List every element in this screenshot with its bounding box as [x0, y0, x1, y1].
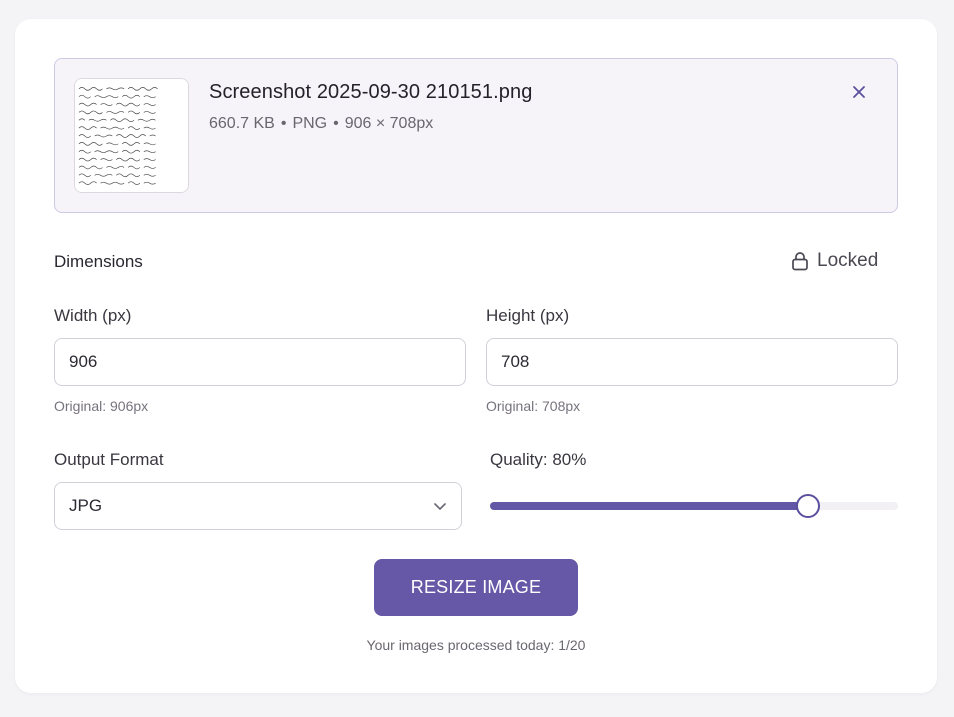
- height-input[interactable]: 708: [486, 338, 898, 386]
- file-size: 660.7 KB: [209, 115, 275, 132]
- file-meta: 660.7 KB • PNG • 906 × 708px: [209, 115, 433, 133]
- file-type: PNG: [292, 115, 328, 132]
- file-preview: Screenshot 2025-09-30 210151.png 660.7 K…: [54, 58, 898, 213]
- width-input[interactable]: 906: [54, 338, 466, 386]
- dimensions-title: Dimensions: [54, 252, 143, 271]
- file-dimensions: 906 × 708px: [344, 115, 434, 132]
- resize-image-button[interactable]: RESIZE IMAGE: [374, 559, 578, 616]
- quality-label: Quality: 80%: [490, 450, 587, 469]
- width-label: Width (px): [54, 306, 132, 325]
- file-name: Screenshot 2025-09-30 210151.png: [209, 81, 533, 103]
- remove-file-button[interactable]: [848, 81, 870, 103]
- meta-separator: •: [280, 115, 287, 132]
- output-format-value: JPG: [69, 496, 103, 515]
- output-format-label: Output Format: [54, 450, 164, 469]
- output-format-select[interactable]: JPG: [54, 482, 462, 530]
- close-icon: [853, 86, 865, 98]
- width-value: 906: [69, 352, 98, 371]
- quality-slider[interactable]: [490, 493, 898, 519]
- width-original-hint: Original: 906px: [54, 398, 149, 414]
- image-thumbnail: [74, 78, 189, 193]
- resize-card: Screenshot 2025-09-30 210151.png 660.7 K…: [15, 19, 937, 693]
- meta-separator: •: [333, 115, 339, 132]
- height-label: Height (px): [486, 306, 570, 325]
- lock-icon: [792, 252, 808, 271]
- height-original-hint: Original: 708px: [486, 398, 581, 414]
- height-value: 708: [501, 352, 530, 371]
- quality-slider-fill: [490, 502, 808, 510]
- lock-label: Locked: [817, 250, 879, 271]
- aspect-lock-toggle[interactable]: Locked: [791, 250, 878, 272]
- chevron-down-icon: [434, 503, 446, 510]
- usage-note: Your images processed today: 1/20: [366, 637, 586, 653]
- quality-slider-thumb[interactable]: [796, 494, 820, 518]
- handwriting-thumbnail: [75, 79, 188, 192]
